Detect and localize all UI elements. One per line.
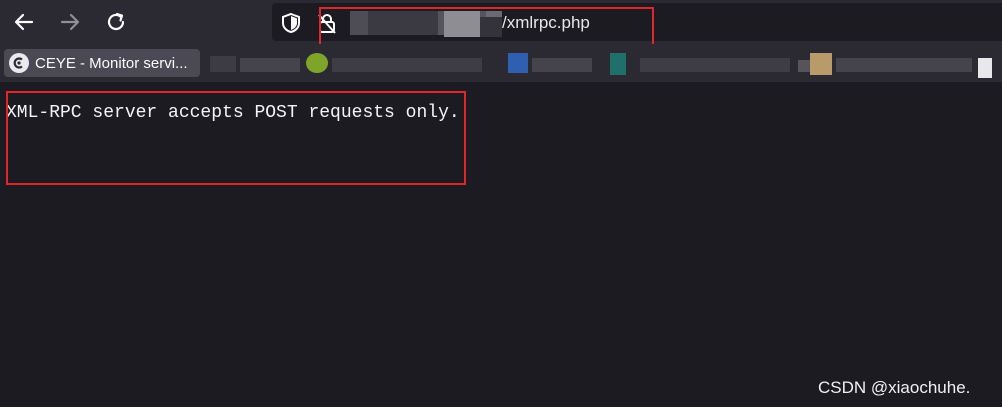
bookmark-favicon-redacted [810,53,832,75]
bookmark-redacted[interactable] [836,58,972,72]
bookmark-item-ceye[interactable]: CEYE - Monitor servi... [4,49,200,77]
bookmarks-toolbar: CEYE - Monitor servi... [0,44,1002,82]
forward-arrow-icon [60,13,80,31]
bookmark-redacted[interactable] [640,58,790,72]
bookmark-redacted[interactable] [532,58,592,72]
bookmark-favicon-redacted [306,53,328,73]
url-highlight-box [319,7,654,46]
bookmark-favicon-redacted [610,53,626,75]
csdn-watermark: CSDN @xiaochuhe. [818,378,971,397]
back-button[interactable] [10,8,38,36]
bookmark-favicon-redacted [508,53,528,73]
message-highlight-box [6,91,466,185]
ceye-favicon-icon [9,53,29,73]
bookmark-redacted[interactable] [210,56,236,72]
bookmark-redacted[interactable] [332,58,482,72]
reload-button[interactable] [102,8,130,36]
back-arrow-icon [14,13,34,31]
reload-icon [107,12,125,31]
bookmarks-overflow-chevron-icon[interactable] [978,58,992,78]
forward-button[interactable] [56,8,84,36]
tracking-protection-shield-icon[interactable] [280,12,302,34]
bookmark-redacted[interactable] [240,58,300,72]
bookmark-label: CEYE - Monitor servi... [35,54,188,72]
